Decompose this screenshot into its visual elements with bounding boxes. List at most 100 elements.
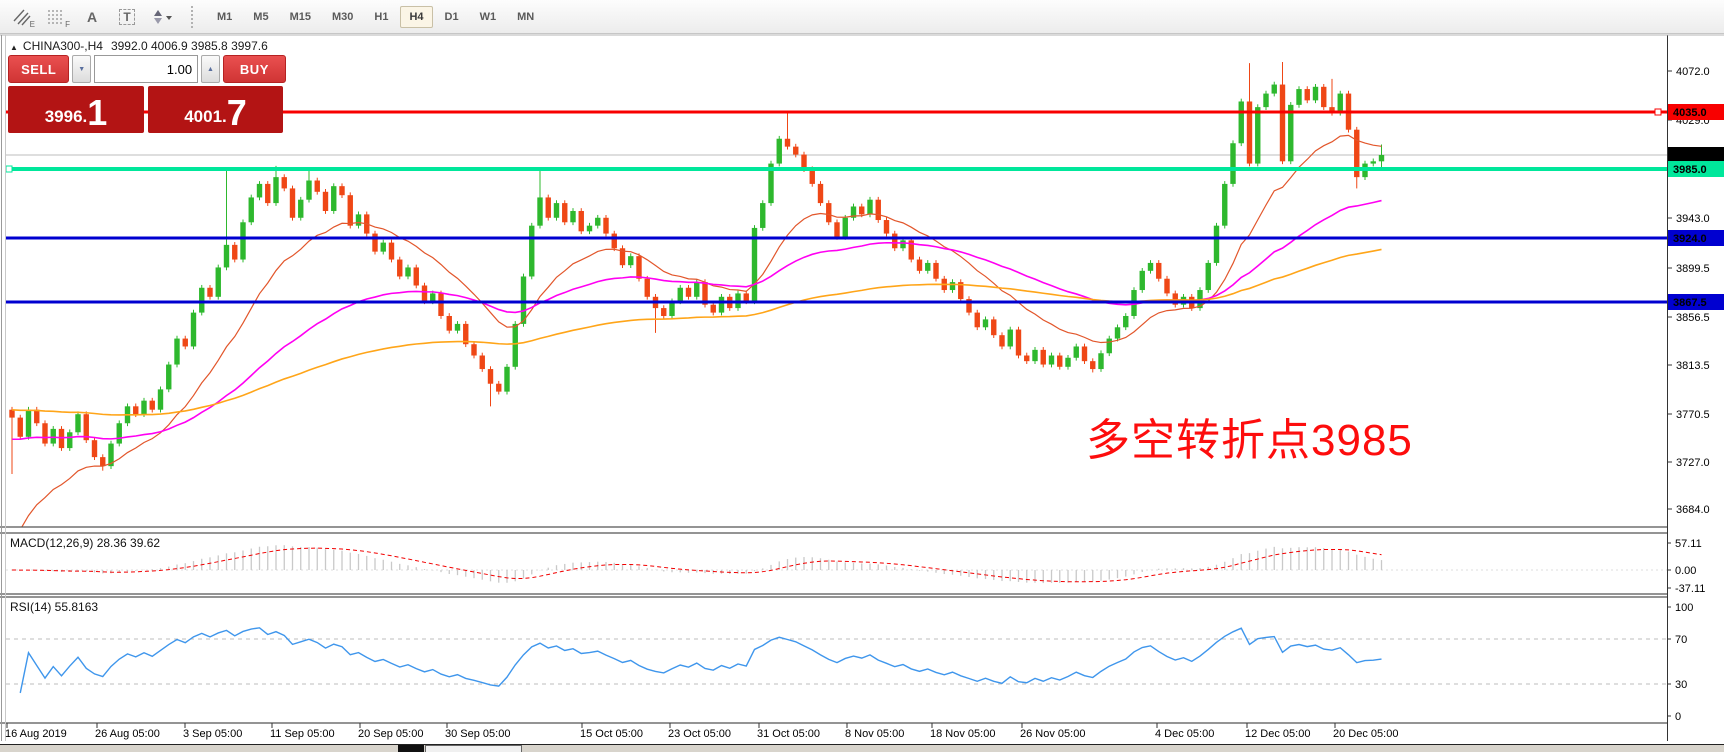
candle [826,203,831,222]
candle [265,184,270,203]
candle [447,316,452,331]
sell-price-main: 3996 [45,104,83,130]
candle [141,401,146,415]
candle [892,234,897,249]
candle [1074,346,1079,357]
date-label: 8 Nov 05:00 [845,728,904,740]
line-handle[interactable] [6,166,12,172]
candle [1156,263,1161,279]
candle [1305,89,1310,100]
macd-indicator-label: MACD(12,26,9) 28.36 39.62 [10,536,160,550]
date-label: 3 Sep 05:00 [183,728,242,740]
price-tick-label: 3770.5 [1676,409,1710,421]
candle [1115,327,1120,338]
date-label: 11 Sep 05:00 [270,728,335,740]
candle [612,234,617,249]
candle [422,286,427,302]
buy-price-main: 4001 [184,104,222,130]
candle [587,226,592,232]
date-label: 31 Oct 05:00 [757,728,820,740]
candle [438,293,443,316]
candle [760,203,765,228]
mt4-window: EFATM1M5M15M30H1H4D1W1MN 4072.04029.0394… [0,0,1724,752]
chart-annotation[interactable]: 多空转折点3985 [1086,404,1413,468]
macd-signal-line [12,548,1382,582]
price-tick-label: 3727.0 [1676,457,1710,469]
candle [26,410,31,437]
candle [983,319,988,327]
candle [1008,330,1013,347]
candle [867,200,872,215]
candle [876,200,881,220]
line-handle[interactable] [1655,109,1661,115]
candle [950,282,955,290]
volume-increase-button[interactable]: ▲ [201,55,220,83]
date-label: 23 Oct 05:00 [668,728,731,740]
candle [348,195,353,225]
volume-input[interactable] [94,55,198,83]
candle [933,263,938,279]
candle [240,222,245,259]
candle [925,263,930,271]
price-tick-label: 3856.5 [1676,312,1710,324]
candle [686,288,691,297]
candle [488,369,493,384]
main-plot [6,62,1667,542]
rsi-indicator-label: RSI(14) 55.8163 [10,600,98,614]
volume-decrease-button[interactable]: ▼ [72,55,91,83]
candle [1041,350,1046,365]
candle [1164,279,1169,294]
chart-title: ▲CHINA300-,H43992.0 4006.9 3985.8 3997.6 [10,39,268,53]
candle [1338,94,1343,113]
candle [414,267,419,285]
candle [1296,89,1301,105]
candle [1321,87,1326,107]
horizontal-scrollbar[interactable] [0,744,1724,752]
candle [859,206,864,214]
buy-price-display[interactable]: 4001.7 [148,86,283,133]
candle [917,260,922,271]
candle [777,139,782,164]
candle [999,335,1004,346]
price-badge-label: 3985.0 [1673,164,1707,176]
scrollbar-thumb[interactable] [425,745,522,752]
candle [1222,184,1227,226]
candle [521,276,526,323]
candle [1263,94,1268,108]
candle [290,188,295,217]
candle [199,288,204,313]
sell-price-pip: 1 [87,96,107,130]
candle [1313,87,1318,101]
candle [1272,85,1277,94]
candle [1371,161,1376,163]
candle [331,186,336,211]
buy-button[interactable]: BUY [223,55,286,83]
candle [282,177,287,188]
candle [1239,101,1244,143]
candle [1016,330,1021,356]
indicator-tick-label: 57.11 [1675,538,1702,550]
sell-price-display[interactable]: 3996.1 [8,86,144,133]
candle [158,389,163,409]
candle [1098,353,1103,369]
candle [1230,143,1235,184]
candle [1140,271,1145,290]
candle [34,410,39,424]
price-tick-label: 4072.0 [1676,66,1710,78]
candle [678,288,683,302]
candle [273,177,278,203]
candle [356,214,361,225]
candle [1057,356,1062,367]
date-label: 26 Aug 05:00 [95,728,160,740]
candle [42,423,47,443]
sell-button[interactable]: SELL [8,55,69,83]
candle [1123,316,1128,327]
candle [207,288,212,297]
price-tick-label: 3899.5 [1676,263,1710,275]
candle [900,240,905,248]
candle [372,234,377,252]
date-label: 15 Oct 05:00 [580,728,643,740]
candle [150,401,155,410]
candle [694,282,699,297]
candle [381,243,386,252]
